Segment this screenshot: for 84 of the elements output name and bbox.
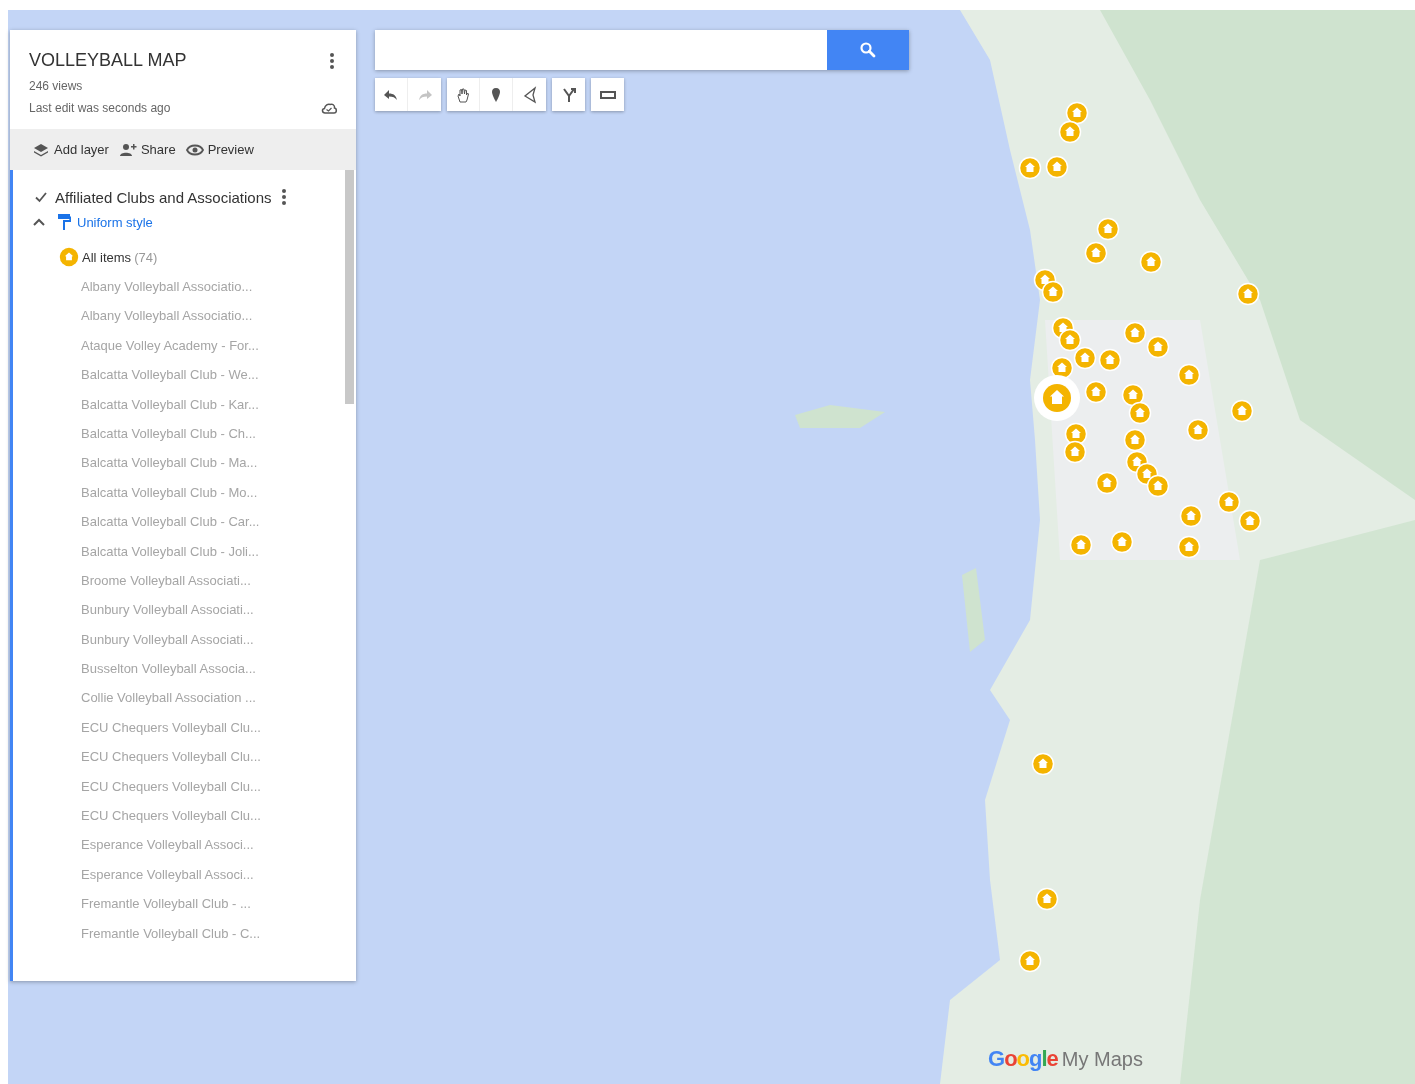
map-pin-icon[interactable]	[1045, 155, 1069, 179]
share-button[interactable]: Share	[118, 141, 176, 158]
line-tool-button[interactable]	[513, 78, 546, 111]
place-list-item[interactable]: Esperance Volleyball Associ...	[81, 859, 356, 890]
ruler-tool-button[interactable]	[591, 78, 624, 111]
map-pin-icon[interactable]	[1236, 282, 1260, 306]
cloud-icon	[320, 101, 338, 115]
uniform-style-link[interactable]: Uniform style	[77, 214, 153, 230]
map-pin-icon[interactable]	[1096, 217, 1120, 241]
map-pin-icon[interactable]	[1230, 399, 1254, 423]
map-pin-icon[interactable]	[1123, 428, 1147, 452]
place-list-item[interactable]: Bunbury Volleyball Associati...	[81, 595, 356, 625]
scrollbar-thumb[interactable]	[345, 170, 354, 404]
map-pin-icon[interactable]	[1065, 101, 1089, 125]
map-pin-icon[interactable]	[1123, 321, 1147, 345]
paint-roller-icon	[57, 213, 71, 231]
map-pin-icon[interactable]	[1186, 418, 1210, 442]
place-list-item[interactable]: Broome Volleyball Associati...	[81, 565, 356, 596]
map-pin-icon[interactable]	[1139, 250, 1163, 274]
map-pin-icon[interactable]	[1018, 949, 1042, 973]
map-pin-icon[interactable]	[1035, 887, 1059, 911]
map-pin-icon[interactable]	[1058, 120, 1082, 144]
place-list-item[interactable]: Balcatta Volleyball Club - Ch...	[81, 418, 356, 449]
place-list-item[interactable]: Balcatta Volleyball Club - Car...	[81, 507, 356, 537]
route-tool-button[interactable]	[552, 78, 585, 111]
place-list-item[interactable]: ECU Chequers Volleyball Clu...	[81, 771, 356, 802]
place-list-item[interactable]: Fremantle Volleyball Club - ...	[81, 889, 356, 919]
place-list-item[interactable]: ECU Chequers Volleyball Clu...	[81, 712, 356, 743]
place-list-item[interactable]: Busselton Volleyball Associa...	[81, 654, 356, 684]
map-pin-icon[interactable]	[1095, 471, 1119, 495]
map-pin-icon[interactable]	[1033, 374, 1081, 422]
layers-icon	[32, 141, 50, 158]
place-list-item[interactable]: Ataque Volley Academy - For...	[81, 330, 356, 361]
map-pin-icon[interactable]	[1146, 474, 1170, 498]
search-field[interactable]	[375, 30, 827, 70]
map-pin-icon[interactable]	[1073, 346, 1097, 370]
place-list-item[interactable]: Albany Volleyball Associatio...	[81, 301, 356, 331]
undo-tool-button[interactable]	[375, 78, 408, 111]
map-pin-icon[interactable]	[1177, 535, 1201, 559]
map-pin-icon[interactable]	[1069, 533, 1093, 557]
google-logo: Google	[988, 1046, 1058, 1072]
map-pin-icon[interactable]	[1031, 752, 1055, 776]
place-list-item[interactable]: Balcatta Volleyball Club - Joli...	[81, 536, 356, 566]
marker-tool-button[interactable]	[480, 78, 513, 111]
search-icon	[859, 41, 877, 59]
item-count: (74)	[134, 249, 158, 265]
product-name: My Maps	[1061, 1048, 1143, 1071]
map-pin-icon[interactable]	[1041, 280, 1065, 304]
add-person-icon	[118, 141, 137, 158]
map-pin-icon[interactable]	[1146, 335, 1170, 359]
map-pin-icon[interactable]	[1084, 241, 1108, 265]
place-list-item[interactable]: ECU Chequers Volleyball Clu...	[81, 742, 356, 772]
place-list-item[interactable]: Esperance Volleyball Associ...	[81, 830, 356, 860]
place-list-item[interactable]: Balcatta Volleyball Club - We...	[81, 360, 356, 390]
map-pin-icon[interactable]	[1018, 156, 1042, 180]
place-list-item[interactable]: ECU Chequers Volleyball Clu...	[81, 801, 356, 831]
map-pin-icon[interactable]	[1177, 363, 1201, 387]
map-pin-icon[interactable]	[1110, 530, 1134, 554]
place-list-item[interactable]: Balcatta Volleyball Club - Ma...	[81, 448, 356, 478]
place-list-item[interactable]: Fremantle Volleyball Club - C...	[81, 918, 356, 948]
layer-button[interactable]: Add layer	[32, 141, 109, 158]
place-list-item[interactable]: Albany Volleyball Associatio...	[81, 272, 356, 302]
map-pin-icon[interactable]	[1128, 401, 1152, 425]
map-pin-icon[interactable]	[1179, 504, 1203, 528]
map-title: VOLLEYBALL MAP	[29, 50, 187, 71]
place-list-item[interactable]: Bunbury Volleyball Associati...	[81, 624, 356, 655]
view-count: 246 views	[29, 79, 84, 93]
place-list-item[interactable]: Balcatta Volleyball Club - Kar...	[81, 389, 356, 419]
map-pin-icon[interactable]	[1098, 348, 1122, 372]
map-pin-icon[interactable]	[1217, 490, 1241, 514]
map-pin-icon[interactable]	[1238, 509, 1262, 533]
hand-tool-button[interactable]	[447, 78, 480, 111]
house-marker-icon	[59, 247, 79, 267]
map-pin-icon[interactable]	[1058, 328, 1082, 352]
last-edit-status: Last edit was seconds ago	[29, 101, 171, 115]
place-list-item[interactable]: Collie Volleyball Association ...	[81, 683, 356, 713]
layer-name: Affiliated Clubs and Associations	[55, 188, 272, 206]
preview-button[interactable]: Preview	[185, 141, 254, 158]
map-pin-icon[interactable]	[1063, 440, 1087, 464]
place-list-item[interactable]: Balcatta Volleyball Club - Mo...	[81, 477, 356, 508]
hand-icon	[454, 85, 472, 104]
map-pin-icon[interactable]	[1084, 380, 1108, 404]
search-button[interactable]	[827, 30, 909, 70]
all-items-label[interactable]: All items	[82, 249, 132, 265]
